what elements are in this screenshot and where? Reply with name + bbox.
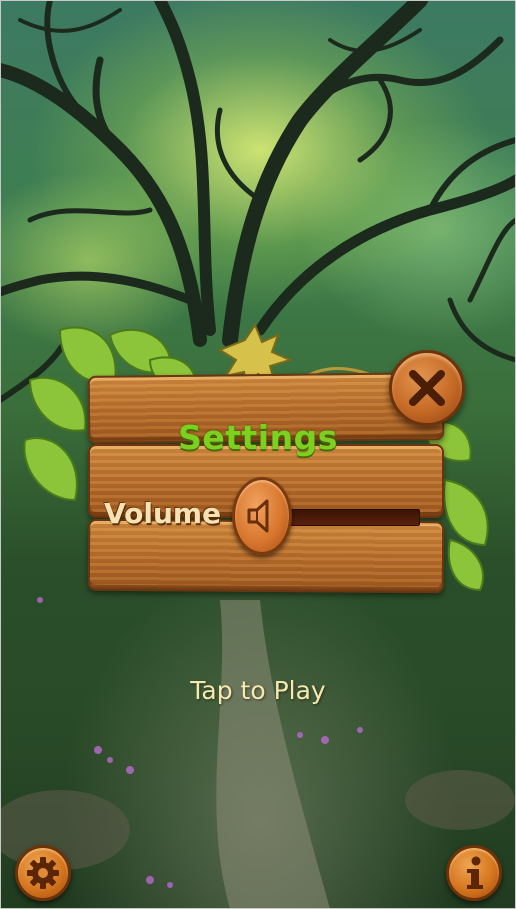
settings-button[interactable] (15, 845, 71, 901)
volume-label: Volume (104, 497, 222, 530)
volume-slider-track[interactable] (272, 509, 420, 526)
volume-slider-knob[interactable] (232, 477, 292, 555)
tap-to-play-label[interactable]: Tap to Play (0, 676, 516, 705)
speaker-mute-icon (247, 499, 269, 533)
info-icon (467, 856, 483, 889)
close-button[interactable] (389, 350, 465, 426)
gear-icon (27, 857, 59, 889)
info-button[interactable] (446, 845, 502, 901)
close-x-icon (409, 370, 445, 406)
